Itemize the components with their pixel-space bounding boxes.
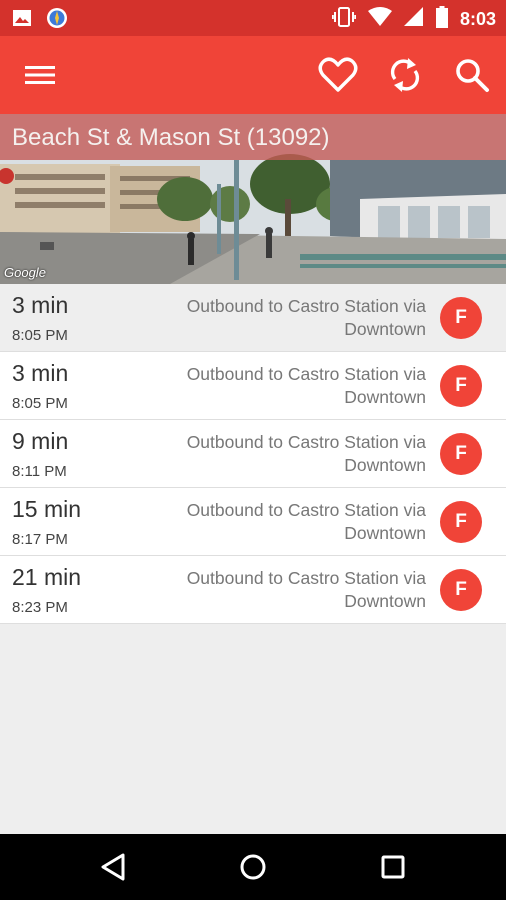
stop-street-view: Beach St & Mason St (13092) Google <box>0 114 506 284</box>
arrival-minutes: 9 min <box>12 428 69 454</box>
signal-icon <box>403 7 424 32</box>
arrival-time: 8:11 PM <box>12 463 67 480</box>
arrival-time: 8:17 PM <box>12 531 68 548</box>
arrival-minutes: 15 min <box>12 496 82 522</box>
vibrate-icon <box>331 7 357 32</box>
back-icon[interactable] <box>93 847 133 887</box>
arrival-destination: Outbound to Castro Station via Downtown <box>186 568 426 611</box>
refresh-icon[interactable] <box>384 54 426 96</box>
route-badge: F <box>440 433 482 475</box>
arrivals-list: 3 min 8:05 PM Outbound to Castro Station… <box>0 284 506 624</box>
arrival-row[interactable]: 9 min 8:11 PM Outbound to Castro Station… <box>0 420 506 488</box>
arrival-row[interactable]: 3 min 8:05 PM Outbound to Castro Station… <box>0 284 506 352</box>
clock: 8:03 <box>459 9 496 29</box>
gallery-icon <box>12 8 32 33</box>
arrival-time: 8:05 PM <box>12 395 68 412</box>
app-bar <box>0 36 506 114</box>
arrival-minutes: 21 min <box>12 564 82 590</box>
route-badge: F <box>440 297 482 339</box>
arrival-minutes: 3 min <box>12 292 69 318</box>
wifi-icon <box>367 7 392 32</box>
arrival-destination: Outbound to Castro Station via Downtown <box>186 296 426 339</box>
home-icon[interactable] <box>233 847 273 887</box>
stop-title-banner: Beach St & Mason St (13092) <box>0 114 506 160</box>
battery-icon <box>435 6 448 33</box>
arrival-row[interactable]: 15 min 8:17 PM Outbound to Castro Statio… <box>0 488 506 556</box>
arrival-time: 8:05 PM <box>12 327 68 344</box>
route-badge: F <box>440 365 482 407</box>
arrival-time: 8:23 PM <box>12 599 68 616</box>
status-notifications <box>12 7 68 34</box>
recents-icon[interactable] <box>373 847 413 887</box>
arrival-destination: Outbound to Castro Station via Downtown <box>186 432 426 475</box>
stop-title: Beach St & Mason St (13092) <box>12 124 330 151</box>
status-system: 8:03 <box>331 6 496 33</box>
heart-icon[interactable] <box>317 54 359 96</box>
compass-icon <box>46 7 68 34</box>
image-attribution: Google <box>4 265 46 280</box>
arrival-row[interactable]: 21 min 8:23 PM Outbound to Castro Statio… <box>0 556 506 624</box>
arrival-row[interactable]: 3 min 8:05 PM Outbound to Castro Station… <box>0 352 506 420</box>
status-bar: 8:03 <box>0 0 506 36</box>
route-badge: F <box>440 501 482 543</box>
route-badge: F <box>440 569 482 611</box>
arrival-destination: Outbound to Castro Station via Downtown <box>186 364 426 407</box>
arrival-destination: Outbound to Castro Station via Downtown <box>186 500 426 543</box>
search-icon[interactable] <box>451 54 493 96</box>
menu-icon[interactable] <box>19 54 61 96</box>
arrival-minutes: 3 min <box>12 360 69 386</box>
navigation-bar <box>0 834 506 900</box>
